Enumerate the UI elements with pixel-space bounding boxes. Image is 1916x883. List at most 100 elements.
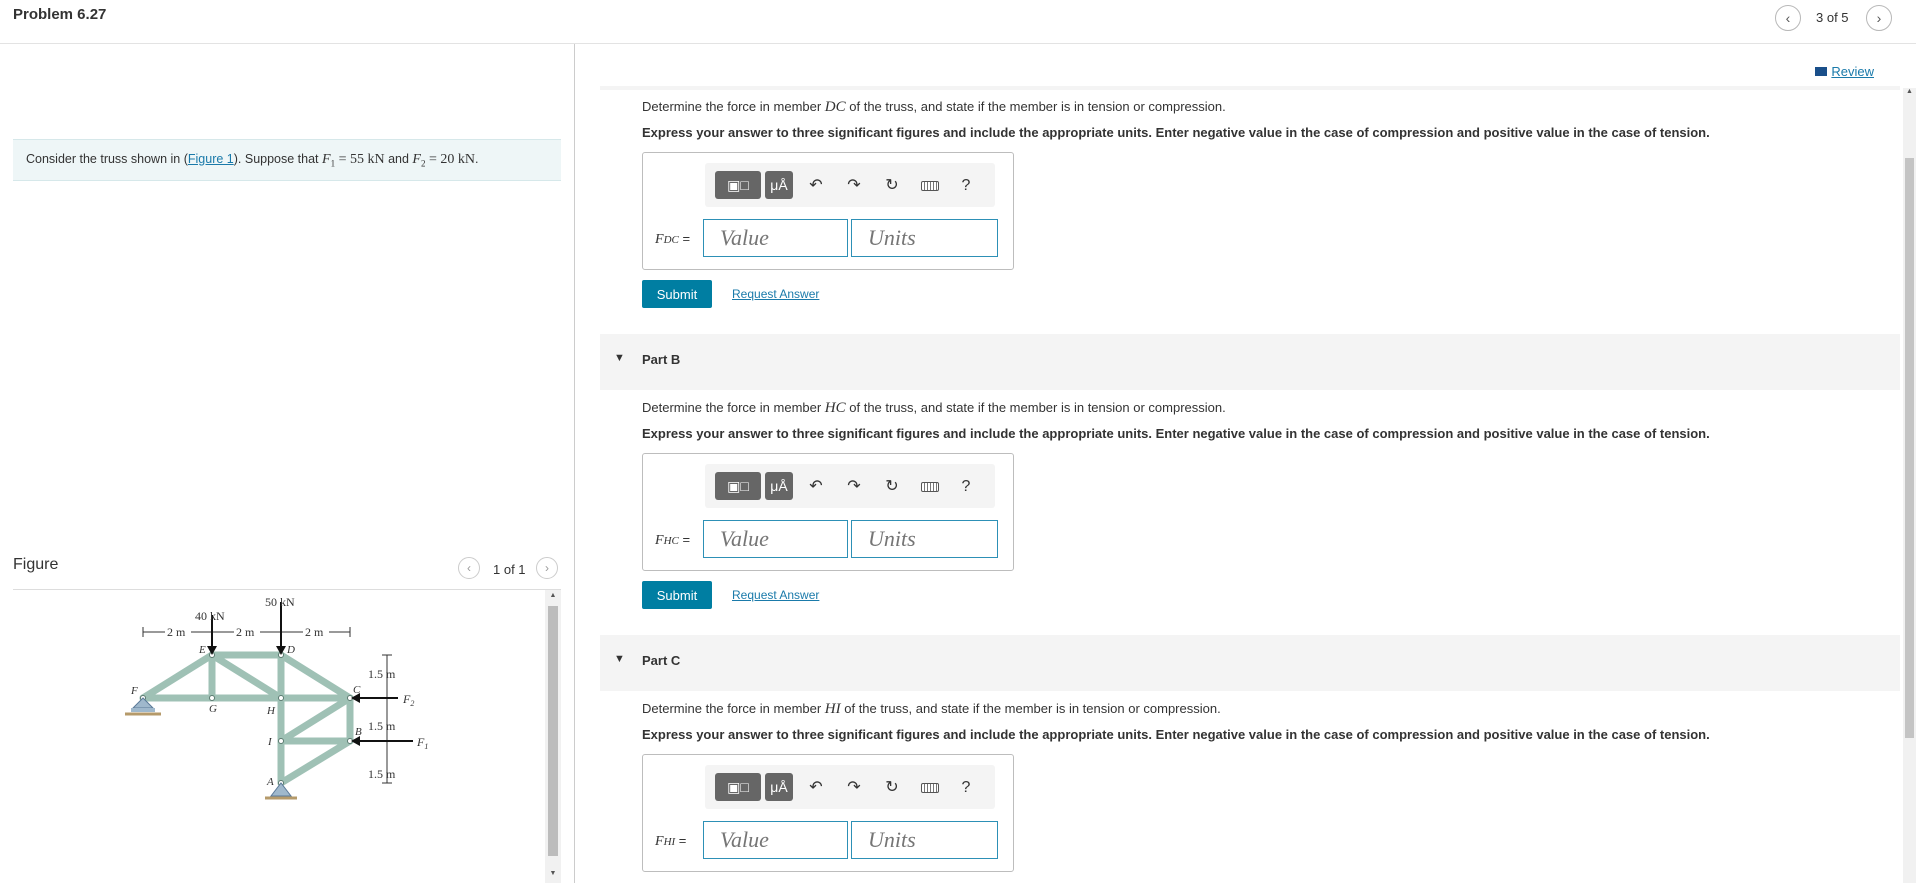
divider [600, 86, 1900, 90]
part-c-header[interactable]: ▼ Part C [600, 635, 1900, 691]
prev-problem-button[interactable]: ‹ [1775, 5, 1801, 31]
right-pane: Review Determine the force in member DC … [576, 44, 1916, 883]
chevron-left-icon: ‹ [1785, 10, 1791, 26]
truss-members [139, 651, 354, 787]
book-icon [1815, 67, 1828, 76]
help-button[interactable]: ? [955, 175, 977, 197]
units-input[interactable] [851, 520, 998, 558]
review-link[interactable]: Review [1815, 64, 1874, 79]
pin-support [269, 782, 293, 797]
redo-icon[interactable]: ↷ [843, 476, 865, 498]
value-input[interactable] [703, 821, 848, 859]
part-c-instruction: Express your answer to three significant… [642, 727, 1710, 742]
part-b-answer-box: ▣□ μÅ ↶ ↷ ↻ ? FHC = [642, 453, 1014, 571]
height-label: 1.5 m [368, 667, 396, 681]
undo-icon[interactable]: ↶ [805, 175, 827, 197]
page-scrollbar[interactable]: ▲ [1903, 88, 1916, 883]
part-b-instruction: Express your answer to three significant… [642, 426, 1710, 441]
node-label: D [286, 644, 295, 656]
node-label: A [266, 776, 274, 788]
collapse-triangle-icon[interactable]: ▼ [614, 653, 625, 665]
load-label: 40 kN [195, 609, 225, 623]
help-button[interactable]: ? [955, 777, 977, 799]
figure-next-button[interactable]: › [536, 557, 558, 579]
dim-label: 2 m [305, 625, 324, 639]
force-label: F2 [402, 692, 414, 708]
template-button[interactable]: ▣□ [715, 171, 761, 199]
node-label: B [355, 726, 362, 738]
figure-scrollbar[interactable]: ▲ ▼ [545, 590, 561, 883]
node-label: F [130, 685, 138, 697]
variable-label: FHC = [655, 532, 691, 548]
truss-diagram: 2 m 2 m 2 m 1.5 m 1.5 m 1.5 m 40 kN 50 k… [125, 595, 428, 800]
node-label: G [209, 703, 217, 715]
math-toolbar: ▣□ μÅ ↶ ↷ ↻ ? [705, 765, 995, 809]
part-a-answer-box: ▣□ μÅ ↶ ↷ ↻ ? FDC = [642, 152, 1014, 270]
part-c-answer-box: ▣□ μÅ ↶ ↷ ↻ ? FHI = [642, 754, 1014, 872]
chevron-right-icon: › [1876, 10, 1882, 26]
template-icon: ▣□ [727, 478, 749, 494]
force-label: F1 [416, 735, 428, 751]
undo-icon[interactable]: ↶ [805, 777, 827, 799]
undo-icon[interactable]: ↶ [805, 476, 827, 498]
figure-count: 1 of 1 [493, 562, 526, 577]
scrollbar-thumb[interactable] [548, 606, 558, 856]
node-label: I [267, 736, 273, 748]
variable-label: FDC = [655, 231, 691, 247]
dim-label: 2 m [167, 625, 186, 639]
node-label: E [198, 644, 206, 656]
node-label: H [266, 705, 276, 717]
truss-figure: 2 m 2 m 2 m 1.5 m 1.5 m 1.5 m 40 kN 50 k… [13, 590, 543, 883]
units-input[interactable] [851, 821, 998, 859]
part-b-header[interactable]: ▼ Part B [600, 334, 1900, 390]
left-pane: Consider the truss shown in (Figure 1). … [0, 44, 575, 883]
collapse-triangle-icon[interactable]: ▼ [614, 352, 625, 364]
units-button[interactable]: μÅ [765, 773, 793, 801]
height-label: 1.5 m [368, 719, 396, 733]
scroll-up-icon[interactable]: ▲ [548, 592, 558, 599]
units-input[interactable] [851, 219, 998, 257]
node-label: C [353, 684, 361, 696]
template-icon: ▣□ [727, 779, 749, 795]
submit-button[interactable]: Submit [642, 280, 712, 308]
problem-title: Problem 6.27 [13, 6, 107, 23]
scroll-down-icon[interactable]: ▼ [548, 870, 558, 877]
value-input[interactable] [703, 520, 848, 558]
reset-icon[interactable]: ↻ [881, 777, 903, 799]
keyboard-icon[interactable] [919, 476, 941, 498]
figure-link[interactable]: Figure 1 [188, 152, 234, 166]
next-problem-button[interactable]: › [1866, 5, 1892, 31]
reset-icon[interactable]: ↻ [881, 476, 903, 498]
template-button[interactable]: ▣□ [715, 472, 761, 500]
template-icon: ▣□ [727, 177, 749, 193]
scroll-up-icon[interactable]: ▲ [1904, 88, 1915, 95]
submit-button[interactable]: Submit [642, 581, 712, 609]
part-b-question: Determine the force in member HC of the … [642, 400, 1226, 416]
math-toolbar: ▣□ μÅ ↶ ↷ ↻ ? [705, 464, 995, 508]
value-input[interactable] [703, 219, 848, 257]
part-a-question: Determine the force in member DC of the … [642, 99, 1226, 115]
height-label: 1.5 m [368, 767, 396, 781]
figure-prev-button[interactable]: ‹ [458, 557, 480, 579]
scrollbar-thumb[interactable] [1905, 158, 1914, 738]
request-answer-link[interactable]: Request Answer [732, 588, 819, 602]
keyboard-icon[interactable] [919, 175, 941, 197]
redo-icon[interactable]: ↷ [843, 777, 865, 799]
redo-icon[interactable]: ↷ [843, 175, 865, 197]
request-answer-link[interactable]: Request Answer [732, 287, 819, 301]
part-c-question: Determine the force in member HI of the … [642, 701, 1221, 717]
load-label: 50 kN [265, 595, 295, 609]
reset-icon[interactable]: ↻ [881, 175, 903, 197]
chevron-left-icon: ‹ [467, 561, 471, 575]
units-button[interactable]: μÅ [765, 472, 793, 500]
help-button[interactable]: ? [955, 476, 977, 498]
template-button[interactable]: ▣□ [715, 773, 761, 801]
variable-label: FHI = [655, 833, 687, 849]
keyboard-icon[interactable] [919, 777, 941, 799]
part-a-instruction: Express your answer to three significant… [642, 125, 1710, 140]
problem-intro: Consider the truss shown in (Figure 1). … [13, 139, 561, 181]
figure-heading: Figure [13, 556, 59, 573]
page-count: 3 of 5 [1816, 10, 1849, 25]
units-button[interactable]: μÅ [765, 171, 793, 199]
math-toolbar: ▣□ μÅ ↶ ↷ ↻ ? [705, 163, 995, 207]
